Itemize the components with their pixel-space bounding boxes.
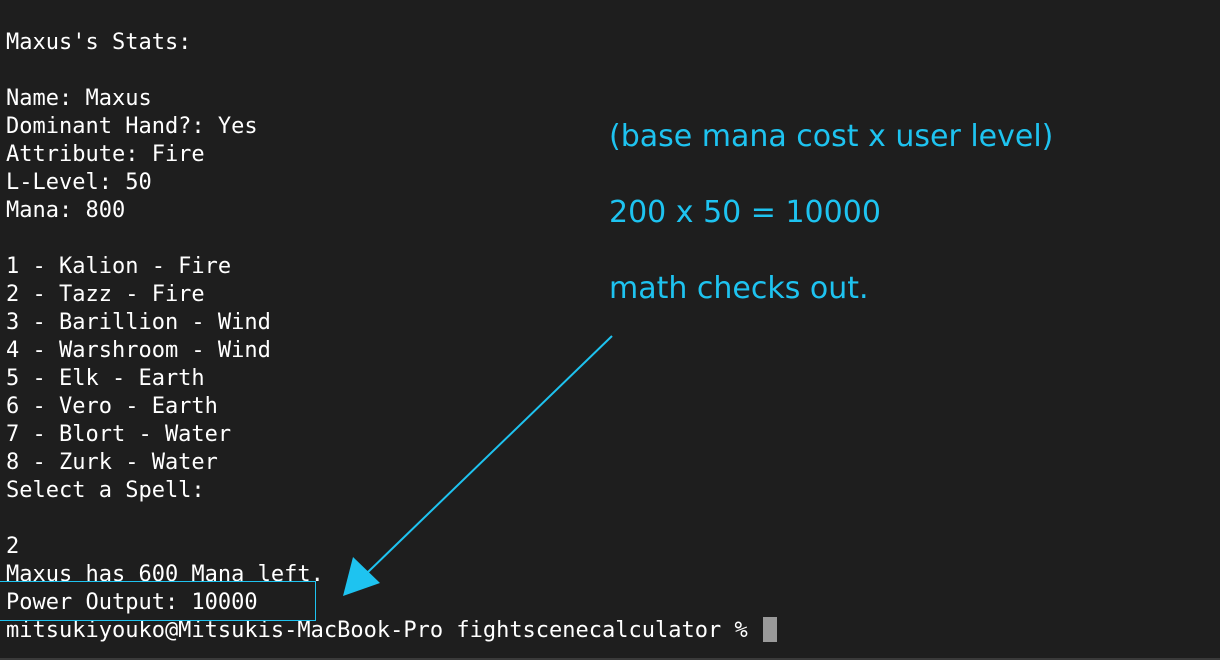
output-line: 5 - Elk - Earth (6, 366, 205, 391)
annotation-formula: (base mana cost x user level) (609, 119, 1054, 154)
shell-prompt: mitsukiyouko@Mitsukis-MacBook-Pro fights… (6, 618, 761, 643)
annotation-remark: math checks out. (609, 271, 869, 306)
output-line: 8 - Zurk - Water (6, 450, 218, 475)
annotation-spacer (609, 232, 1053, 270)
annotation-spacer (609, 156, 1053, 194)
output-line: 3 - Barillion - Wind (6, 310, 271, 335)
highlight-box (0, 581, 316, 621)
annotation-text: (base mana cost x user level) 200 x 50 =… (609, 118, 1053, 308)
terminal-window[interactable]: Maxus's Stats: Name: Maxus Dominant Hand… (0, 0, 1220, 660)
annotation-calculation: 200 x 50 = 10000 (609, 195, 881, 230)
text-cursor (762, 617, 777, 642)
output-line: 6 - Vero - Earth (6, 394, 218, 419)
output-line: Maxus's Stats: (6, 30, 192, 55)
output-line: Name: Maxus (6, 86, 152, 111)
output-line: 4 - Warshroom - Wind (6, 338, 271, 363)
output-line: Select a Spell: (6, 478, 205, 503)
prompt-line[interactable]: mitsukiyouko@Mitsukis-MacBook-Pro fights… (6, 617, 777, 645)
output-line: 2 (6, 534, 20, 559)
output-line: 7 - Blort - Water (6, 422, 232, 447)
